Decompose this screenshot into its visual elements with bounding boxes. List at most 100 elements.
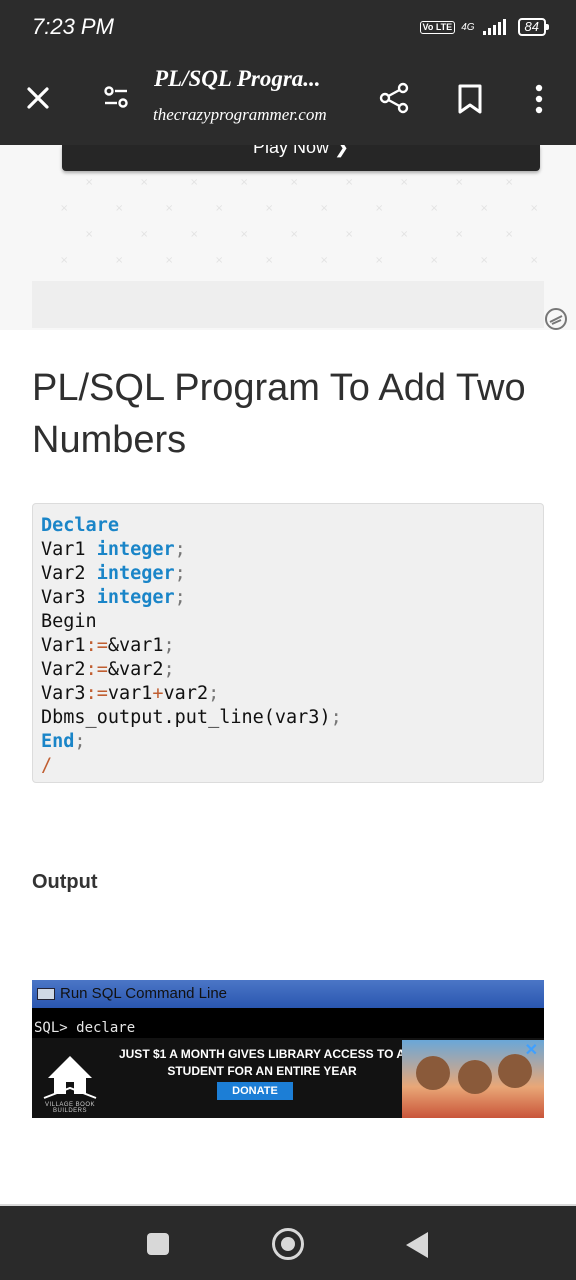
code-token: ; [330,707,342,728]
ad-close-icon[interactable]: ✕ [525,1040,538,1060]
recents-square-icon[interactable] [147,1233,169,1255]
svg-text:×: × [505,229,513,240]
article-heading: PL/SQL Program To Add Two Numbers [32,367,526,461]
page-title: PL/SQL Progra... [154,66,321,91]
svg-text:×: × [115,203,123,214]
top-ad: × × × × × × × × × × × × × × × × × × × × × × × × × × × × × × × × × × × × ×… [0,145,576,330]
svg-text:×: × [480,203,488,214]
code-line: Var1 integer; [41,538,535,562]
code-token: Var2 [41,563,97,584]
code-line: / [41,754,535,778]
svg-text:×: × [85,177,93,188]
code-token: ; [163,659,175,680]
code-line: End; [41,730,535,754]
donate-ad[interactable]: VILLAGE BOOK BUILDERS JUST $1 A MONTH GI… [32,1038,544,1118]
code-token: Var3 [41,683,86,704]
svg-text:×: × [400,177,408,188]
code-line: Var2 integer; [41,562,535,586]
battery-icon: 84 [517,18,550,36]
svg-text:×: × [85,229,93,240]
code-token: := [85,683,108,704]
svg-text:×: × [345,177,353,188]
svg-text:×: × [530,255,538,266]
sql-prompt: SQL> declare [34,1020,136,1036]
code-token: Var3 [41,587,97,608]
svg-text:×: × [140,229,148,240]
code-line: Var3:=var1+var2; [41,682,535,706]
output-label: Output [32,871,98,893]
code-token: ; [74,731,86,752]
back-triangle-icon[interactable] [406,1232,428,1258]
logo-text: VILLAGE BOOK BUILDERS [44,1102,96,1114]
ad-choices-icon[interactable] [544,307,568,330]
svg-text:×: × [480,255,488,266]
ad-play-button[interactable]: Play Now ❯ [62,145,540,171]
donate-button[interactable]: DONATE [217,1082,293,1100]
svg-text:×: × [115,255,123,266]
code-token: Declare [41,515,119,536]
code-line: Var3 integer; [41,586,535,610]
code-token: ; [174,539,186,560]
svg-text:×: × [530,203,538,214]
code-token: &var1 [107,635,164,656]
code-token: var2 [163,683,209,704]
code-token: ; [174,563,186,584]
svg-text:×: × [320,255,328,266]
donate-text: JUST $1 A MONTH GIVES LIBRARY ACCESS TO … [118,1047,406,1078]
code-line: Begin [41,610,535,634]
village-book-builders-logo: VILLAGE BOOK BUILDERS [40,1044,100,1114]
code-token: integer [96,587,175,608]
code-token: Var1 [41,635,86,656]
ad-strip [32,281,544,328]
svg-text:×: × [215,203,223,214]
tune-icon[interactable] [100,82,132,114]
code-token: Var1 [41,539,97,560]
code-line: Var2:=&var2; [41,658,535,682]
system-navigation-bar [0,1204,576,1280]
code-token: ; [208,683,220,704]
svg-text:×: × [345,229,353,240]
svg-text:×: × [190,229,198,240]
sql-window-screenshot: Run SQL Command Line SQL> declare VILLAG… [32,980,544,1118]
code-token: Dbms_output.put_line(var3) [41,707,331,728]
more-vert-icon[interactable] [524,82,554,116]
svg-text:×: × [190,177,198,188]
custom-tab-toolbar: PL/SQL Progra... thecrazyprogrammer.com [0,52,576,145]
svg-text:×: × [165,203,173,214]
svg-text:×: × [455,229,463,240]
code-token: ; [174,587,186,608]
code-token: Begin [41,611,97,632]
svg-text:×: × [430,255,438,266]
terminal-icon [37,988,55,1000]
signal-icon [482,19,506,35]
bookmark-icon[interactable] [454,82,486,116]
svg-text:×: × [505,177,513,188]
svg-text:×: × [290,177,298,188]
status-bar: 7:23 PM Vo LTE 4G 84 [0,0,576,52]
status-time: 7:23 PM [32,14,114,39]
svg-text:×: × [240,229,248,240]
code-token: := [85,659,108,680]
code-token: + [152,683,164,704]
status-icons: Vo LTE 4G 84 [419,18,550,36]
code-token: &var2 [107,659,164,680]
sql-window-title: Run SQL Command Line [32,980,544,1008]
code-token: ; [163,635,175,656]
code-line: Declare [41,514,535,538]
code-token: Var2 [41,659,86,680]
code-token: var1 [107,683,153,704]
svg-text:×: × [215,255,223,266]
share-icon[interactable] [376,80,412,116]
page-url: thecrazyprogrammer.com [153,105,327,124]
svg-text:×: × [240,177,248,188]
svg-text:×: × [375,203,383,214]
svg-text:×: × [320,203,328,214]
close-icon[interactable] [22,82,54,114]
svg-text:×: × [430,203,438,214]
code-token: integer [96,539,175,560]
svg-text:×: × [60,255,68,266]
network-type: 4G [461,21,475,33]
code-token: integer [96,563,175,584]
home-circle-icon[interactable] [272,1228,304,1260]
svg-text:×: × [140,177,148,188]
